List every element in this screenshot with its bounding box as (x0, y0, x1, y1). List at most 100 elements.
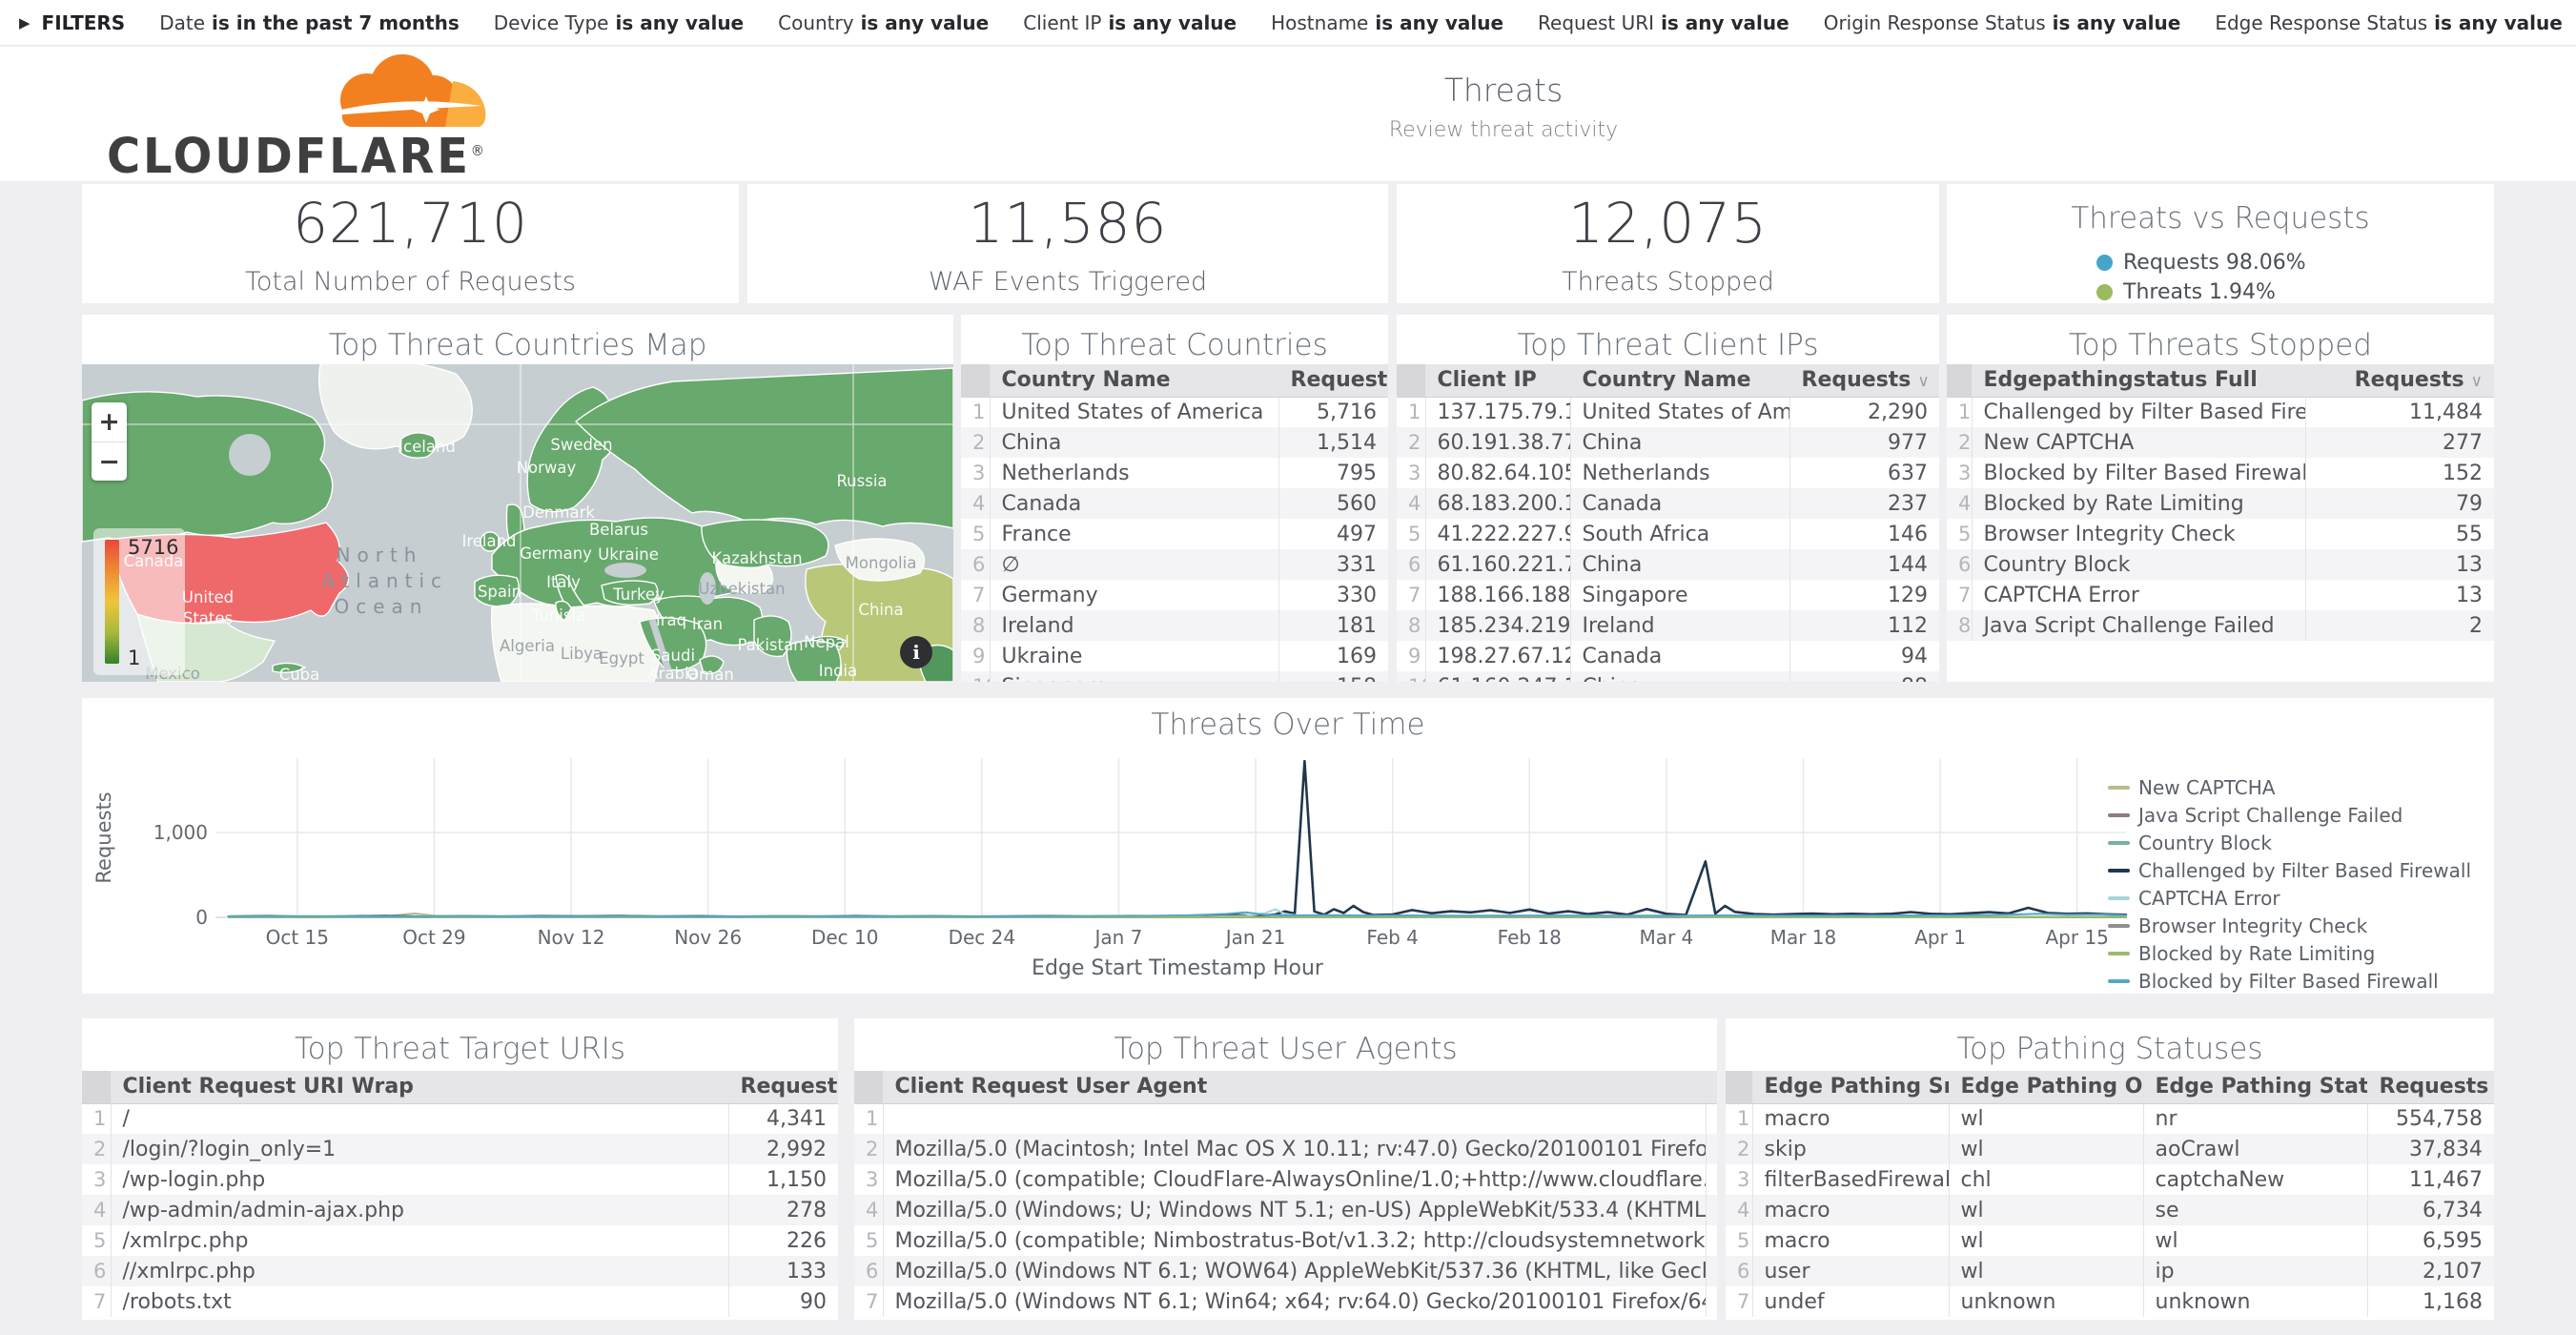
table-row[interactable]: 4macrowlse6,734 (1726, 1195, 2494, 1225)
table-row[interactable]: 541.222.227.98South Africa146 (1397, 519, 1939, 549)
filter-item[interactable]: Hostnameis any value (1271, 11, 1503, 34)
chart-legend-item[interactable]: Blocked by Rate Limiting (2108, 942, 2471, 965)
svg-text:Spain: Spain (478, 583, 521, 601)
chart-legend-item[interactable]: Challenged by Filter Based Firewall (2108, 859, 2471, 882)
chart-legend-item[interactable]: Country Block (2108, 832, 2471, 854)
tvr-legend-item: Threats 1.94% (2096, 280, 2344, 303)
filters-toggle[interactable]: ▶ FILTERS (19, 11, 125, 34)
column-header[interactable]: Edge Pathing Src (1752, 1071, 1949, 1103)
table-row[interactable]: 7Germany330 (961, 580, 1388, 610)
table-row[interactable]: 380.82.64.105Netherlands637 (1397, 458, 1939, 488)
table-row[interactable]: 9Ukraine169 (961, 641, 1388, 671)
column-header[interactable] (1706, 1071, 1717, 1103)
table-row[interactable]: 1Challenged by Filter Based Firewall11,4… (1947, 397, 2494, 427)
column-header[interactable]: Country Name (990, 364, 1278, 397)
table-row[interactable]: 7/robots.txt90 (82, 1286, 838, 1317)
table-row[interactable]: 468.183.200.167Canada237 (1397, 488, 1939, 519)
table-row[interactable]: 8Ireland181 (961, 610, 1388, 641)
column-header[interactable]: Client Request User Agent (883, 1071, 1706, 1103)
svg-text:Italy: Italy (546, 573, 581, 591)
table-row[interactable]: 1 (854, 1103, 1717, 1134)
table-row[interactable]: 4Blocked by Rate Limiting79 (1947, 488, 2494, 519)
table-row[interactable]: 2New CAPTCHA277 (1947, 427, 2494, 458)
column-header[interactable]: Edgepathingstatus Full (1972, 364, 2305, 397)
table-row[interactable]: 661.160.221.73China144 (1397, 549, 1939, 580)
table-row[interactable]: 1/4,341 (82, 1103, 838, 1134)
filter-item[interactable]: Device Typeis any value (494, 11, 744, 34)
table-row[interactable]: 3filterBasedFirewallchlcaptchaNew11,467 (1726, 1164, 2494, 1195)
table-row[interactable]: 7188.166.188.152Singapore129 (1397, 580, 1939, 610)
svg-text:North: North (337, 544, 423, 566)
table-row[interactable]: 5France497 (961, 519, 1388, 549)
table-row[interactable]: 7undefunknownunknown1,168 (1726, 1286, 2494, 1317)
map-zoom-in-button[interactable]: + (92, 402, 127, 442)
svg-text:Ocean: Ocean (335, 595, 429, 618)
table-row[interactable]: 6//xmlrpc.php133 (82, 1256, 838, 1286)
column-header[interactable]: Edge Pathing Status (2143, 1071, 2367, 1103)
column-header[interactable]: Edge Pathing Op (1949, 1071, 2143, 1103)
table-row[interactable]: 2Mozilla/5.0 (Macintosh; Intel Mac OS X … (854, 1134, 1717, 1164)
table-row[interactable]: 260.191.38.77China977 (1397, 427, 1939, 458)
legend-line-icon (2108, 786, 2130, 790)
table-row[interactable]: 5macrowlwl6,595 (1726, 1225, 2494, 1256)
legend-line-icon (2108, 924, 2130, 928)
table-row[interactable]: 6Mozilla/5.0 (Windows NT 6.1; WOW64) App… (854, 1256, 1717, 1286)
table-row[interactable]: 1macrowlnr554,758 (1726, 1103, 2494, 1134)
map-zoom-out-button[interactable]: − (92, 442, 127, 481)
table-row[interactable]: 2skipwlaoCrawl37,834 (1726, 1134, 2494, 1164)
column-header[interactable]: Country Name (1570, 364, 1789, 397)
svg-text:Tunisia: Tunisia (531, 606, 585, 625)
table-row[interactable]: 4Canada560 (961, 488, 1388, 519)
tvr-legend-item: Requests 98.06% (2096, 251, 2344, 275)
column-header[interactable]: Requests∨ (2367, 1071, 2494, 1103)
table-row[interactable]: 1United States of America5,716 (961, 397, 1388, 427)
table-row[interactable]: 5Browser Integrity Check55 (1947, 519, 2494, 549)
table-row[interactable]: 6∅331 (961, 549, 1388, 580)
table-row[interactable]: 5Mozilla/5.0 (compatible; Nimbostratus-B… (854, 1225, 1717, 1256)
column-header[interactable]: Requests∨ (1278, 364, 1388, 397)
chart-legend-item[interactable]: CAPTCHA Error (2108, 887, 2471, 910)
table-row[interactable]: 2/login/?login_only=12,992 (82, 1134, 838, 1164)
column-header[interactable]: Requests∨ (728, 1071, 838, 1103)
table-row[interactable]: 6userwlip2,107 (1726, 1256, 2494, 1286)
column-header[interactable]: Requests∨ (1789, 364, 1939, 397)
chart-legend-item[interactable]: New CAPTCHA (2108, 776, 2471, 799)
table-row[interactable]: 5/xmlrpc.php226 (82, 1225, 838, 1256)
table-row[interactable]: 9198.27.67.120Canada94 (1397, 641, 1939, 671)
table-row[interactable]: 3Blocked by Filter Based Firewall152 (1947, 458, 2494, 488)
column-header[interactable]: Client IP (1425, 364, 1570, 397)
top-threat-client-ips-card: Top Threat Client IPs Client IPCountry N… (1397, 315, 1939, 682)
map-info-icon[interactable]: i (900, 636, 932, 668)
table-row[interactable]: 10Singapore158 (961, 671, 1388, 682)
map-legend-max: 5716 (128, 536, 178, 559)
table-row[interactable]: 4Mozilla/5.0 (Windows; U; Windows NT 5.1… (854, 1195, 1717, 1225)
filter-item[interactable]: Countryis any value (778, 11, 989, 34)
svg-text:Dec 10: Dec 10 (811, 926, 879, 949)
table-row[interactable]: 2China1,514 (961, 427, 1388, 458)
table-row[interactable]: 4/wp-admin/admin-ajax.php278 (82, 1195, 838, 1225)
table-row[interactable]: 7CAPTCHA Error13 (1947, 580, 2494, 610)
table-row[interactable]: 3Mozilla/5.0 (compatible; CloudFlare-Alw… (854, 1164, 1717, 1195)
chart-legend-item[interactable]: Browser Integrity Check (2108, 914, 2471, 937)
table-row[interactable]: 6Country Block13 (1947, 549, 2494, 580)
table-row[interactable]: 1061.160.247.127China88 (1397, 671, 1939, 682)
table-row[interactable]: 3Netherlands795 (961, 458, 1388, 488)
table-row[interactable]: 8Java Script Challenge Failed2 (1947, 610, 2494, 641)
table-row[interactable]: 8185.234.219.70Ireland112 (1397, 610, 1939, 641)
table-row[interactable]: 1137.175.79.166United States of America2… (1397, 397, 1939, 427)
table-row[interactable]: 7Mozilla/5.0 (Windows NT 6.1; Win64; x64… (854, 1286, 1717, 1317)
filter-item[interactable]: Client IPis any value (1023, 11, 1237, 34)
svg-text:Libya: Libya (561, 645, 603, 663)
column-header[interactable]: Client Request URI Wrap (111, 1071, 728, 1103)
filter-item[interactable]: Origin Response Statusis any value (1824, 11, 2181, 34)
kpi-value: 11,586 (969, 191, 1168, 256)
threats-vs-requests-legend: Requests 98.06% Threats 1.94% (1947, 251, 2494, 303)
table-row[interactable]: 3/wp-login.php1,150 (82, 1164, 838, 1195)
chart-legend-item[interactable]: Java Script Challenge Failed (2108, 804, 2471, 827)
column-header[interactable]: Requests∨ (2305, 364, 2494, 397)
filter-item[interactable]: Edge Response Statusis any value (2215, 11, 2563, 34)
filter-item[interactable]: Dateis in the past 7 months (159, 11, 460, 34)
world-map[interactable]: Canada United States Mexico Cuba Iceland… (82, 364, 953, 682)
chart-legend-item[interactable]: Blocked by Filter Based Firewall (2108, 970, 2471, 993)
filter-item[interactable]: Request URIis any value (1538, 11, 1789, 34)
